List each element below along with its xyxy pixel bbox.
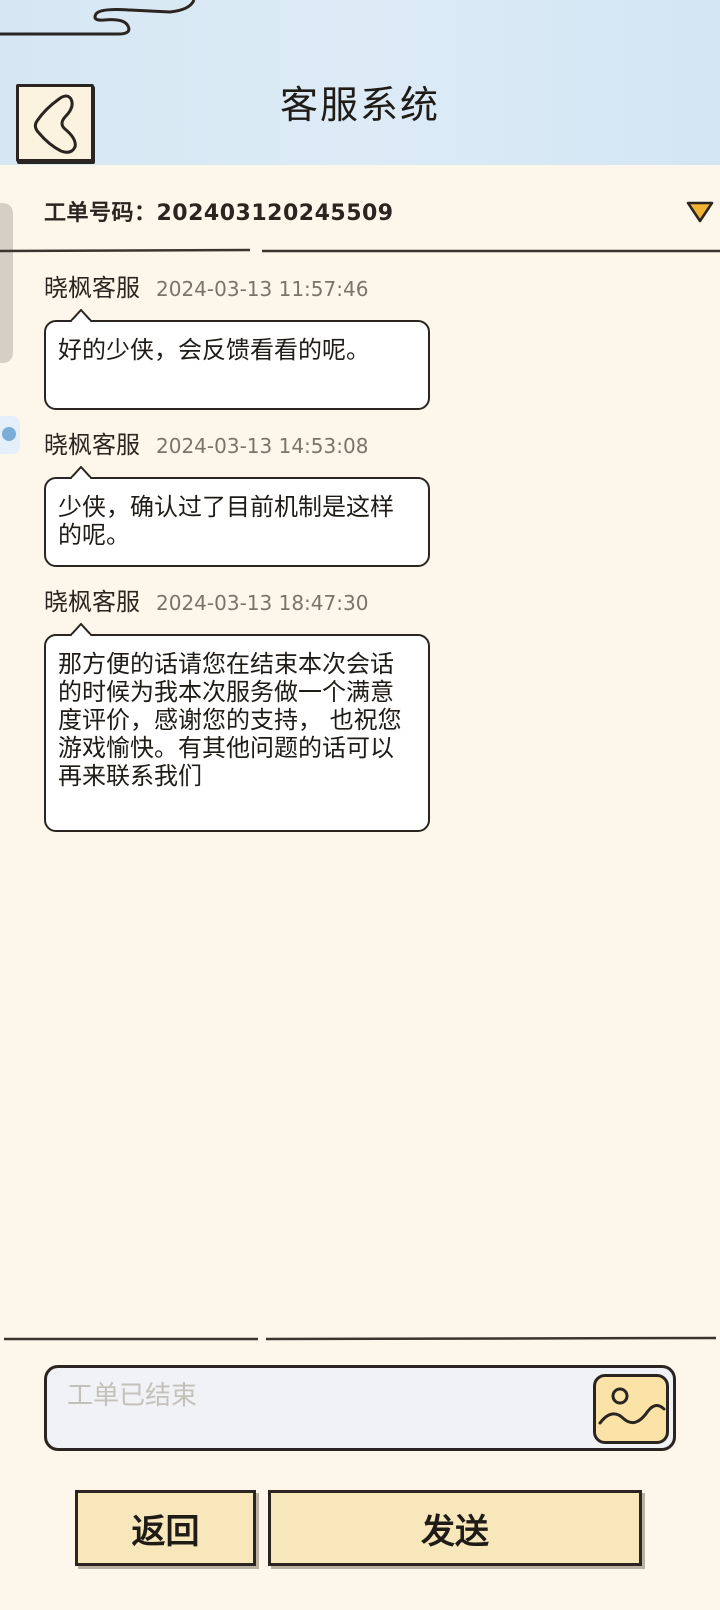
return-button[interactable]: 返回 [75,1490,256,1566]
sender-name: 晓枫客服 [44,588,140,616]
bubble-tail [70,466,92,479]
ticket-number: 工单号码：202403120245509 [44,201,394,226]
cloud-decoration-icon [0,0,196,36]
divider-line [0,248,720,253]
message-timestamp: 2024-03-13 18:47:30 [156,591,369,615]
image-icon [598,1387,666,1425]
message-timestamp: 2024-03-13 14:53:08 [156,434,369,458]
message-text: 好的少侠，会反馈看看的呢。 [58,336,370,364]
side-drawer-handle[interactable] [0,203,13,363]
message-bubble: 好的少侠，会反馈看看的呢。 [44,309,430,410]
message-timestamp: 2024-03-13 11:57:46 [156,277,369,301]
chat-message: 晓枫客服 2024-03-13 18:47:30 那方便的话请您在结束本次会话的… [44,582,434,832]
triangle-down-icon[interactable] [686,200,714,224]
send-button[interactable]: 发送 [268,1490,642,1566]
header-bar: 客服系统 [0,0,720,165]
floating-assistant-icon[interactable] [0,416,20,454]
message-bubble: 那方便的话请您在结束本次会话的时候为我本次服务做一个满意度评价，感谢您的支持， … [44,623,430,832]
divider-line [4,1336,717,1341]
page-title: 客服系统 [279,83,440,127]
message-bubble: 少侠，确认过了目前机制是这样的呢。 [44,466,430,567]
message-composer [44,1365,676,1451]
image-upload-button[interactable] [593,1374,669,1444]
chat-message: 晓枫客服 2024-03-13 14:53:08 少侠，确认过了目前机制是这样的… [44,425,434,567]
chat-message: 晓枫客服 2024-03-13 11:57:46 好的少侠，会反馈看看的呢。 [44,268,434,410]
message-input[interactable] [67,1376,567,1416]
sender-name: 晓枫客服 [44,431,140,459]
message-text: 少侠，确认过了目前机制是这样的呢。 [58,493,394,549]
bubble-tail [70,309,92,322]
bubble-tail [70,623,92,636]
message-text: 那方便的话请您在结束本次会话的时候为我本次服务做一个满意度评价，感谢您的支持， … [58,650,402,790]
sender-name: 晓枫客服 [44,274,140,302]
